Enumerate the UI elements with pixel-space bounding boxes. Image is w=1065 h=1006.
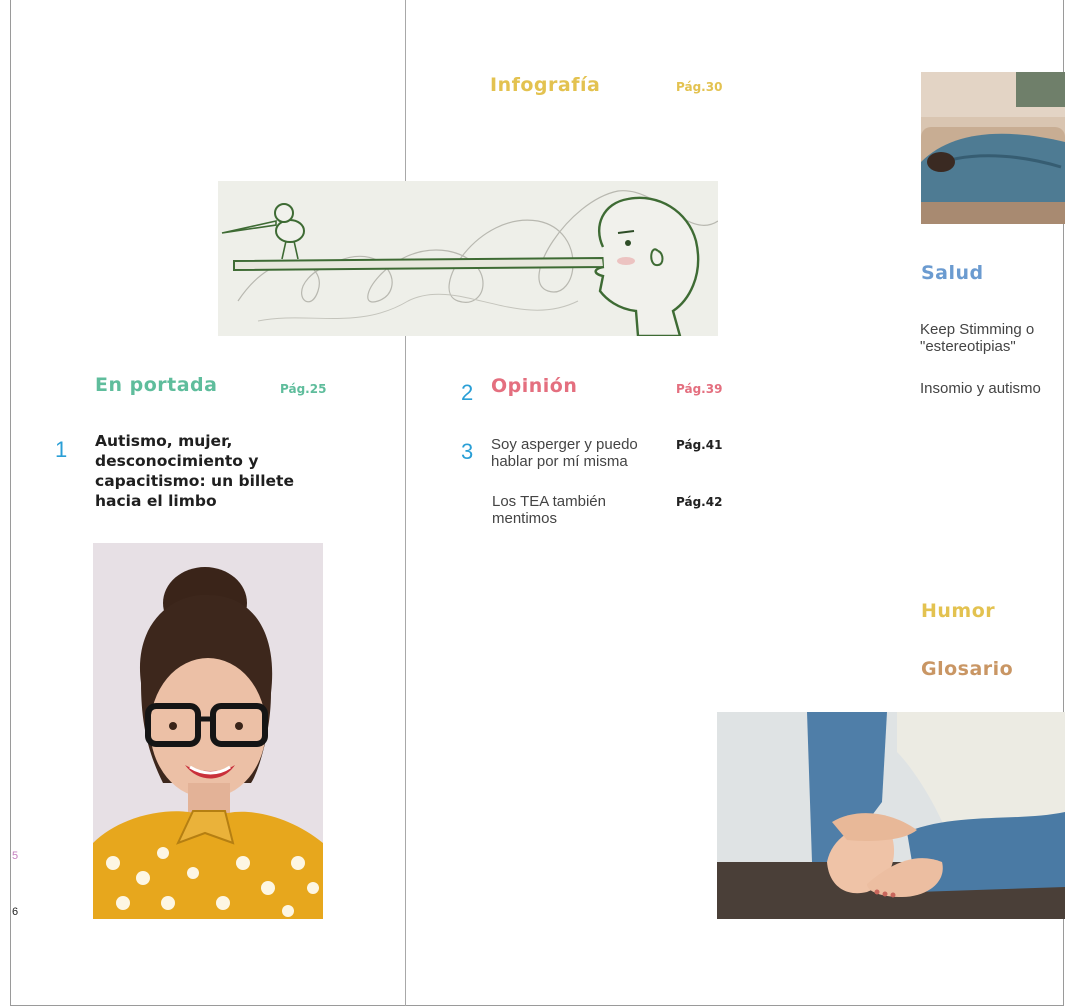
salud-title[interactable]: Salud xyxy=(921,262,984,284)
opinion-item-2-page[interactable]: Pág.42 xyxy=(676,495,722,509)
opinion-page[interactable]: Pág.39 xyxy=(676,382,722,396)
sleeping-photo xyxy=(921,72,1065,224)
humor-title[interactable]: Humor xyxy=(921,600,995,622)
opinion-item-1-number: 3 xyxy=(461,439,474,464)
en-portada-title[interactable]: En portada xyxy=(95,374,217,396)
margin-mark-upper: 5 xyxy=(12,850,19,862)
opinion-item-2-title[interactable]: Los TEA también mentimos xyxy=(492,493,632,527)
salud-item-1[interactable]: Keep Stimming o "estereotipias" xyxy=(920,321,1060,355)
page-fold-divider xyxy=(405,0,406,1006)
opinion-item-1-page[interactable]: Pág.41 xyxy=(676,438,722,452)
infografia-page[interactable]: Pág.30 xyxy=(676,80,722,94)
portrait-photo xyxy=(93,543,323,919)
en-portada-page[interactable]: Pág.25 xyxy=(280,382,326,396)
salud-item-2[interactable]: Insomio y autismo xyxy=(920,380,1065,397)
margin-mark-lower: 6 xyxy=(12,906,19,918)
opinion-number: 2 xyxy=(461,380,474,405)
pinocchio-illustration xyxy=(218,181,718,336)
glosario-title[interactable]: Glosario xyxy=(921,658,1013,680)
en-portada-number: 1 xyxy=(55,437,68,462)
infografia-title[interactable]: Infografía xyxy=(490,74,600,96)
en-portada-headline[interactable]: Autismo, mujer, desconocimiento y capaci… xyxy=(95,431,315,511)
feet-photo xyxy=(717,712,1065,919)
opinion-item-1-title[interactable]: Soy asperger y puedo hablar por mí misma xyxy=(491,436,656,470)
opinion-title[interactable]: Opinión xyxy=(491,375,577,397)
